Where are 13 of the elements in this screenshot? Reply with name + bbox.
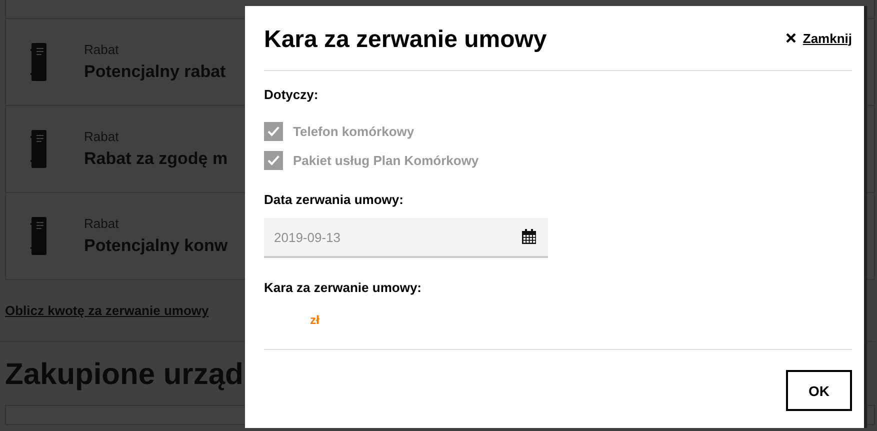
checkbox-label: Telefon komórkowy <box>293 124 414 139</box>
notebook-icon <box>30 43 47 81</box>
field-label: Kara za zerwanie umowy: <box>264 280 422 295</box>
notebook-icon <box>30 217 47 255</box>
close-icon[interactable] <box>786 33 796 43</box>
checkbox-label: Pakiet usług Plan Komórkowy <box>293 153 479 168</box>
currency-label: zł <box>310 313 320 327</box>
notebook-icon <box>30 130 47 168</box>
ok-button[interactable]: OK <box>786 370 852 411</box>
close-link[interactable]: Zamknij <box>786 30 852 46</box>
field-label: Data zerwania umowy: <box>264 192 404 207</box>
dialog-title: Kara za zerwanie umowy <box>264 26 547 54</box>
field-label: Dotyczy: <box>264 87 320 102</box>
